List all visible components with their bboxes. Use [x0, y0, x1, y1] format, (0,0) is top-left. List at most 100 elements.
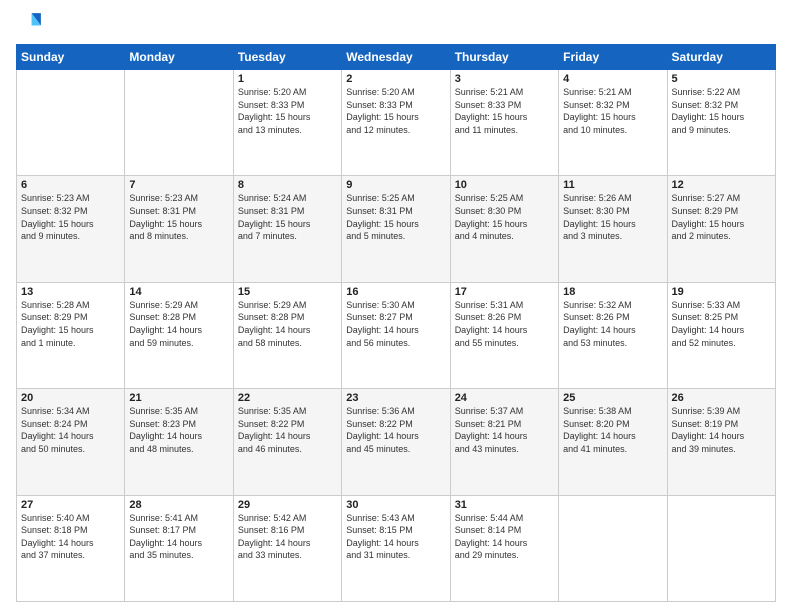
day-info: Sunrise: 5:21 AM Sunset: 8:32 PM Dayligh… [563, 86, 662, 136]
week-row-2: 6Sunrise: 5:23 AM Sunset: 8:32 PM Daylig… [17, 176, 776, 282]
day-info: Sunrise: 5:24 AM Sunset: 8:31 PM Dayligh… [238, 192, 337, 242]
calendar-cell: 29Sunrise: 5:42 AM Sunset: 8:16 PM Dayli… [233, 495, 341, 601]
day-number: 16 [346, 286, 445, 298]
page: SundayMondayTuesdayWednesdayThursdayFrid… [0, 0, 792, 612]
day-number: 30 [346, 499, 445, 511]
calendar-cell: 30Sunrise: 5:43 AM Sunset: 8:15 PM Dayli… [342, 495, 450, 601]
day-number: 10 [455, 179, 554, 191]
day-number: 17 [455, 286, 554, 298]
calendar-cell: 25Sunrise: 5:38 AM Sunset: 8:20 PM Dayli… [559, 389, 667, 495]
calendar-cell: 15Sunrise: 5:29 AM Sunset: 8:28 PM Dayli… [233, 282, 341, 388]
day-number: 23 [346, 392, 445, 404]
weekday-header-friday: Friday [559, 45, 667, 70]
day-number: 20 [21, 392, 120, 404]
calendar-cell: 10Sunrise: 5:25 AM Sunset: 8:30 PM Dayli… [450, 176, 558, 282]
day-info: Sunrise: 5:38 AM Sunset: 8:20 PM Dayligh… [563, 405, 662, 455]
logo-icon [16, 10, 44, 38]
weekday-header-saturday: Saturday [667, 45, 775, 70]
day-info: Sunrise: 5:28 AM Sunset: 8:29 PM Dayligh… [21, 299, 120, 349]
day-number: 9 [346, 179, 445, 191]
day-info: Sunrise: 5:22 AM Sunset: 8:32 PM Dayligh… [672, 86, 771, 136]
calendar-cell [125, 70, 233, 176]
calendar-cell: 23Sunrise: 5:36 AM Sunset: 8:22 PM Dayli… [342, 389, 450, 495]
calendar-cell: 1Sunrise: 5:20 AM Sunset: 8:33 PM Daylig… [233, 70, 341, 176]
calendar-cell: 31Sunrise: 5:44 AM Sunset: 8:14 PM Dayli… [450, 495, 558, 601]
day-number: 11 [563, 179, 662, 191]
weekday-header-monday: Monday [125, 45, 233, 70]
day-number: 5 [672, 73, 771, 85]
day-number: 18 [563, 286, 662, 298]
day-info: Sunrise: 5:30 AM Sunset: 8:27 PM Dayligh… [346, 299, 445, 349]
day-number: 29 [238, 499, 337, 511]
calendar-cell: 24Sunrise: 5:37 AM Sunset: 8:21 PM Dayli… [450, 389, 558, 495]
calendar-cell: 8Sunrise: 5:24 AM Sunset: 8:31 PM Daylig… [233, 176, 341, 282]
calendar-cell: 22Sunrise: 5:35 AM Sunset: 8:22 PM Dayli… [233, 389, 341, 495]
day-info: Sunrise: 5:42 AM Sunset: 8:16 PM Dayligh… [238, 512, 337, 562]
calendar-cell: 17Sunrise: 5:31 AM Sunset: 8:26 PM Dayli… [450, 282, 558, 388]
calendar-cell: 28Sunrise: 5:41 AM Sunset: 8:17 PM Dayli… [125, 495, 233, 601]
calendar-cell: 26Sunrise: 5:39 AM Sunset: 8:19 PM Dayli… [667, 389, 775, 495]
calendar-cell: 16Sunrise: 5:30 AM Sunset: 8:27 PM Dayli… [342, 282, 450, 388]
day-info: Sunrise: 5:23 AM Sunset: 8:31 PM Dayligh… [129, 192, 228, 242]
calendar-cell [559, 495, 667, 601]
day-number: 2 [346, 73, 445, 85]
day-number: 28 [129, 499, 228, 511]
calendar-cell: 5Sunrise: 5:22 AM Sunset: 8:32 PM Daylig… [667, 70, 775, 176]
week-row-5: 27Sunrise: 5:40 AM Sunset: 8:18 PM Dayli… [17, 495, 776, 601]
day-number: 4 [563, 73, 662, 85]
weekday-header-tuesday: Tuesday [233, 45, 341, 70]
day-number: 3 [455, 73, 554, 85]
day-info: Sunrise: 5:20 AM Sunset: 8:33 PM Dayligh… [346, 86, 445, 136]
day-number: 19 [672, 286, 771, 298]
day-number: 8 [238, 179, 337, 191]
day-number: 15 [238, 286, 337, 298]
logo [16, 10, 48, 38]
calendar-cell: 18Sunrise: 5:32 AM Sunset: 8:26 PM Dayli… [559, 282, 667, 388]
day-number: 22 [238, 392, 337, 404]
day-number: 24 [455, 392, 554, 404]
calendar-cell: 2Sunrise: 5:20 AM Sunset: 8:33 PM Daylig… [342, 70, 450, 176]
weekday-header-wednesday: Wednesday [342, 45, 450, 70]
day-info: Sunrise: 5:36 AM Sunset: 8:22 PM Dayligh… [346, 405, 445, 455]
day-info: Sunrise: 5:37 AM Sunset: 8:21 PM Dayligh… [455, 405, 554, 455]
day-info: Sunrise: 5:25 AM Sunset: 8:31 PM Dayligh… [346, 192, 445, 242]
header [16, 10, 776, 38]
calendar-cell: 12Sunrise: 5:27 AM Sunset: 8:29 PM Dayli… [667, 176, 775, 282]
day-number: 13 [21, 286, 120, 298]
day-info: Sunrise: 5:39 AM Sunset: 8:19 PM Dayligh… [672, 405, 771, 455]
calendar-cell: 9Sunrise: 5:25 AM Sunset: 8:31 PM Daylig… [342, 176, 450, 282]
calendar-cell: 13Sunrise: 5:28 AM Sunset: 8:29 PM Dayli… [17, 282, 125, 388]
week-row-4: 20Sunrise: 5:34 AM Sunset: 8:24 PM Dayli… [17, 389, 776, 495]
calendar-cell: 4Sunrise: 5:21 AM Sunset: 8:32 PM Daylig… [559, 70, 667, 176]
day-info: Sunrise: 5:27 AM Sunset: 8:29 PM Dayligh… [672, 192, 771, 242]
day-number: 12 [672, 179, 771, 191]
day-number: 31 [455, 499, 554, 511]
day-info: Sunrise: 5:41 AM Sunset: 8:17 PM Dayligh… [129, 512, 228, 562]
day-number: 25 [563, 392, 662, 404]
calendar-cell: 11Sunrise: 5:26 AM Sunset: 8:30 PM Dayli… [559, 176, 667, 282]
calendar-cell [667, 495, 775, 601]
calendar-cell: 21Sunrise: 5:35 AM Sunset: 8:23 PM Dayli… [125, 389, 233, 495]
calendar-cell: 20Sunrise: 5:34 AM Sunset: 8:24 PM Dayli… [17, 389, 125, 495]
day-info: Sunrise: 5:44 AM Sunset: 8:14 PM Dayligh… [455, 512, 554, 562]
week-row-1: 1Sunrise: 5:20 AM Sunset: 8:33 PM Daylig… [17, 70, 776, 176]
day-info: Sunrise: 5:21 AM Sunset: 8:33 PM Dayligh… [455, 86, 554, 136]
day-number: 21 [129, 392, 228, 404]
day-info: Sunrise: 5:34 AM Sunset: 8:24 PM Dayligh… [21, 405, 120, 455]
day-number: 14 [129, 286, 228, 298]
day-number: 26 [672, 392, 771, 404]
day-info: Sunrise: 5:33 AM Sunset: 8:25 PM Dayligh… [672, 299, 771, 349]
calendar-cell: 6Sunrise: 5:23 AM Sunset: 8:32 PM Daylig… [17, 176, 125, 282]
calendar: SundayMondayTuesdayWednesdayThursdayFrid… [16, 44, 776, 602]
weekday-header-thursday: Thursday [450, 45, 558, 70]
day-info: Sunrise: 5:35 AM Sunset: 8:23 PM Dayligh… [129, 405, 228, 455]
day-info: Sunrise: 5:43 AM Sunset: 8:15 PM Dayligh… [346, 512, 445, 562]
day-info: Sunrise: 5:40 AM Sunset: 8:18 PM Dayligh… [21, 512, 120, 562]
day-info: Sunrise: 5:29 AM Sunset: 8:28 PM Dayligh… [129, 299, 228, 349]
day-info: Sunrise: 5:25 AM Sunset: 8:30 PM Dayligh… [455, 192, 554, 242]
calendar-cell [17, 70, 125, 176]
day-number: 27 [21, 499, 120, 511]
day-info: Sunrise: 5:29 AM Sunset: 8:28 PM Dayligh… [238, 299, 337, 349]
calendar-cell: 7Sunrise: 5:23 AM Sunset: 8:31 PM Daylig… [125, 176, 233, 282]
weekday-header-row: SundayMondayTuesdayWednesdayThursdayFrid… [17, 45, 776, 70]
